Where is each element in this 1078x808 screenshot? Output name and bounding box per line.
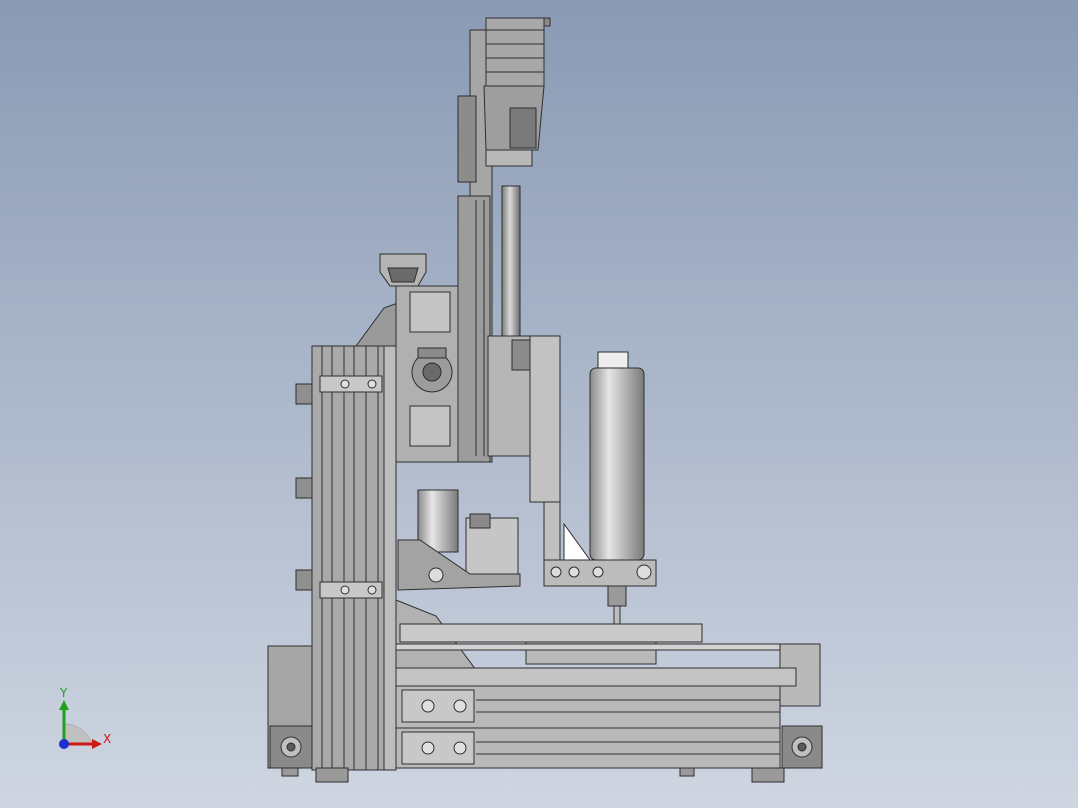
column-clamp-lower [319, 581, 383, 599]
foot-small-left [281, 767, 299, 777]
column-clamp-upper [319, 375, 383, 393]
material-hopper [379, 253, 427, 287]
y-axis-label: Y [59, 686, 68, 700]
lead-screw-rod [501, 185, 521, 339]
foot-right [751, 767, 785, 783]
base-frame [395, 667, 797, 769]
extrusion-end-right [781, 725, 823, 769]
extrusion-end-left [269, 725, 313, 769]
x-axis-label: X [103, 732, 111, 746]
left-extrusion-column [311, 345, 397, 771]
z-carriage-plate [395, 285, 463, 463]
motor-side-bracket [457, 95, 477, 183]
z-axis-dot [59, 739, 69, 749]
cutting-tool [613, 605, 621, 625]
cad-viewport: Y X [0, 0, 1078, 808]
column-tab-bottom [295, 569, 313, 591]
foot-small-right [679, 767, 695, 777]
column-tab-middle [295, 477, 313, 499]
foot-left [315, 767, 349, 783]
column-tab-top [295, 383, 313, 405]
